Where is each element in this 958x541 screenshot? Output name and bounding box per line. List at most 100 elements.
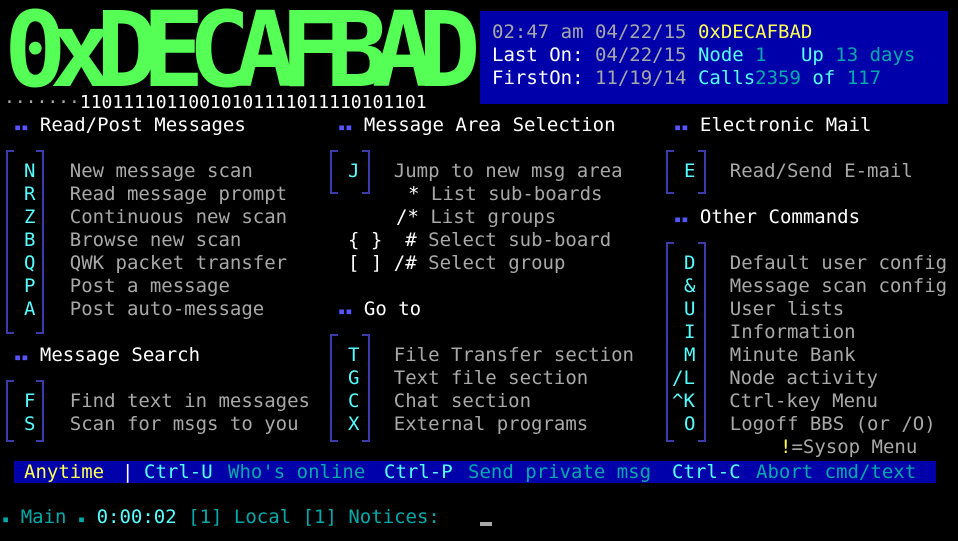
uptime-value: 13 days bbox=[835, 44, 916, 66]
hotkey: P bbox=[24, 275, 36, 297]
anytime-bar: Anytime | Ctrl-U Who's online Ctrl-P Sen… bbox=[14, 461, 936, 483]
menu-item-label: Scan for msgs to you bbox=[69, 413, 299, 435]
menu-item-jump-new-msg-area[interactable]: J Jump to new msg area bbox=[348, 160, 623, 183]
hotkey: B bbox=[24, 229, 36, 251]
status-box: 02:47 am 04/22/15 0xDECAFBAD Last On: 04… bbox=[480, 11, 948, 104]
menu-item-select-sub-board[interactable]: { } # Select sub-board bbox=[348, 229, 611, 252]
menu-item-new-message-scan[interactable]: N New message scan bbox=[24, 160, 253, 183]
hotkey: J bbox=[348, 160, 360, 182]
menu-item-browse-new-scan[interactable]: B Browse new scan bbox=[24, 229, 241, 252]
menu-item-find-text[interactable]: F Find text in messages bbox=[24, 390, 310, 413]
prompt-node: [1] bbox=[188, 506, 223, 528]
menu-item-post-message[interactable]: P Post a message bbox=[24, 275, 230, 298]
menu-item-list-groups[interactable]: /* List groups bbox=[396, 206, 556, 229]
hotkey: O bbox=[684, 413, 696, 435]
bullet-icon: ▪▪ bbox=[338, 304, 353, 318]
menu-item-sysop-menu[interactable]: !=Sysop Menu bbox=[780, 436, 917, 459]
menu-item-label: Continuous new scan bbox=[69, 206, 288, 228]
first-on-label: FirstOn: bbox=[492, 67, 584, 89]
menu-item-logoff[interactable]: O Logoff BBS (or /O) bbox=[684, 413, 936, 436]
section-title: Message Area Selection bbox=[363, 114, 616, 136]
hotkey: * bbox=[408, 183, 420, 205]
menu-item-label: Read message prompt bbox=[69, 183, 288, 205]
bullet-icon: ▪▪ bbox=[674, 120, 689, 134]
menu-item-label: New message scan bbox=[69, 160, 253, 182]
hotkey-ctrl-c[interactable]: Ctrl-C bbox=[672, 461, 741, 484]
menu-item-post-auto-message[interactable]: A Post auto-message bbox=[24, 298, 264, 321]
prompt-notices-label: Notices: bbox=[348, 506, 440, 528]
hotkey-alt: /# bbox=[393, 252, 417, 274]
menu-item-continuous-new-scan[interactable]: Z Continuous new scan bbox=[24, 206, 287, 229]
logo-dots: ······· bbox=[4, 92, 80, 113]
menu-item-label: Select group bbox=[428, 252, 566, 274]
prompt-local-label: Local bbox=[233, 506, 292, 528]
menu-item-label: File Transfer section bbox=[393, 344, 634, 366]
status-row-1: 02:47 am 04/22/15 0xDECAFBAD bbox=[492, 21, 812, 44]
calls-value: 2359 bbox=[755, 67, 801, 89]
prompt-local-node: [1] bbox=[302, 506, 337, 528]
bracket-left bbox=[666, 150, 674, 194]
prompt-menu-name: Main bbox=[20, 506, 67, 528]
menu-item-label: External programs bbox=[393, 413, 589, 435]
section-header-read-post: ▪▪ Read/Post Messages bbox=[14, 114, 246, 139]
menu-item-label: Post auto-message bbox=[69, 298, 265, 320]
bullet-icon: ▪▪ bbox=[14, 350, 29, 364]
hotkey: { } bbox=[348, 229, 383, 251]
menu-item-file-transfer[interactable]: T File Transfer section bbox=[348, 344, 634, 367]
node-label: Node bbox=[697, 44, 744, 66]
hotkey: E bbox=[684, 160, 696, 182]
menu-item-label: Message scan config bbox=[729, 275, 948, 297]
hotkey: F bbox=[24, 390, 36, 412]
menu-item-information[interactable]: I Information bbox=[684, 321, 856, 344]
menu-item-node-activity[interactable]: /L Node activity bbox=[672, 367, 878, 390]
menu-item-qwk-packet-transfer[interactable]: Q QWK packet transfer bbox=[24, 252, 287, 275]
of-label: of bbox=[812, 67, 836, 89]
logo-char: D bbox=[418, 0, 481, 111]
anytime-separator: | bbox=[122, 461, 134, 483]
hotkey-ctrl-p[interactable]: Ctrl-P bbox=[384, 461, 453, 484]
text-cursor[interactable] bbox=[480, 522, 492, 526]
command-prompt: ▪ Main ▪ 0:00:02 [1] Local [1] Notices: bbox=[2, 506, 440, 531]
menu-item-select-group[interactable]: [ ] /# Select group bbox=[348, 252, 565, 275]
menu-item-user-lists[interactable]: U User lists bbox=[684, 298, 844, 321]
hotkey: I bbox=[684, 321, 696, 343]
menu-item-minute-bank[interactable]: M Minute Bank bbox=[684, 344, 856, 367]
menu-item-external-programs[interactable]: X External programs bbox=[348, 413, 588, 436]
whos-online-label: Who's online bbox=[228, 461, 366, 483]
section-title: Other Commands bbox=[699, 206, 861, 228]
menu-item-list-sub-boards[interactable]: * List sub-boards bbox=[408, 183, 603, 206]
first-on-date: 11/19/14 bbox=[594, 67, 687, 89]
menu-item-label: Minute Bank bbox=[729, 344, 856, 366]
menu-item-read-message-prompt[interactable]: R Read message prompt bbox=[24, 183, 287, 206]
bullet-icon: ▪▪ bbox=[338, 120, 353, 134]
menu-item-label: Default user config bbox=[729, 252, 948, 274]
menu-item-chat-section[interactable]: C Chat section bbox=[348, 390, 531, 413]
prompt-bullet-icon: ▪ bbox=[2, 512, 10, 526]
last-on-date: 04/22/15 bbox=[594, 44, 687, 66]
hotkey-ctrl-u[interactable]: Ctrl-U bbox=[144, 461, 213, 484]
hotkey: G bbox=[348, 367, 360, 389]
node-number: 1 bbox=[755, 44, 767, 66]
bbs-logo: 0 x D E C A F B A D bbox=[4, 0, 481, 102]
menu-item-message-scan-config[interactable]: & Message scan config bbox=[684, 275, 947, 298]
menu-item-default-user-config[interactable]: D Default user config bbox=[684, 252, 947, 275]
bracket-left bbox=[330, 334, 338, 442]
menu-item-text-file-section[interactable]: G Text file section bbox=[348, 367, 588, 390]
bbs-name: 0xDECAFBAD bbox=[697, 21, 813, 43]
section-title: Read/Post Messages bbox=[39, 114, 246, 136]
section-header-message-search: ▪▪ Message Search bbox=[14, 344, 200, 369]
hotkey: M bbox=[684, 344, 696, 366]
menu-item-ctrl-key-menu[interactable]: ^K Ctrl-key Menu bbox=[672, 390, 878, 413]
menu-item-label: Jump to new msg area bbox=[393, 160, 623, 182]
abort-label: Abort cmd/text bbox=[756, 461, 917, 483]
menu-item-read-send-email[interactable]: E Read/Send E-mail bbox=[684, 160, 913, 183]
hotkey: /* bbox=[396, 206, 419, 228]
hotkey: & bbox=[684, 275, 696, 297]
hotkey: D bbox=[684, 252, 696, 274]
section-title: Go to bbox=[363, 298, 422, 320]
hotkey: C bbox=[348, 390, 360, 412]
menu-item-label: User lists bbox=[729, 298, 845, 320]
menu-item-scan-msgs-to-you[interactable]: S Scan for msgs to you bbox=[24, 413, 299, 436]
hotkey: A bbox=[24, 298, 36, 320]
bullet-icon: ▪▪ bbox=[14, 120, 29, 134]
